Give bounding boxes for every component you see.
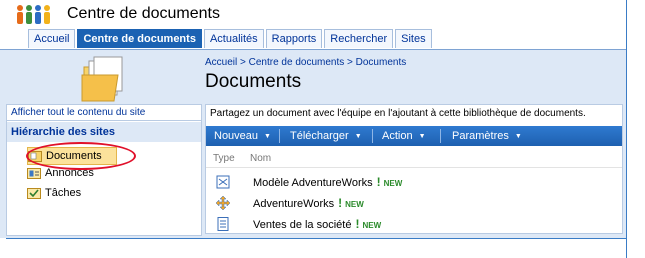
column-header-row: Type Nom — [206, 151, 622, 168]
view-all-site-content-link[interactable]: Afficher tout le contenu du site — [7, 105, 201, 121]
report-icon — [217, 217, 229, 231]
page-title: Documents — [205, 71, 302, 92]
new-menu-button[interactable]: Nouveau ▼ — [214, 126, 271, 146]
sidebar-item-label: Tâches — [45, 187, 82, 199]
row-name-link[interactable]: AdventureWorks! NEW — [253, 193, 364, 215]
toolbar-divider — [440, 129, 441, 143]
action-menu-button[interactable]: Action ▼ — [382, 126, 426, 146]
library-toolbar: Nouveau ▼ Télécharger ▼ Action ▼ Paramètres… — [206, 126, 622, 146]
highlight-circle — [26, 142, 136, 170]
chevron-down-icon: ▼ — [514, 133, 522, 140]
library-description: Partagez un document avec l'équipe en l'… — [210, 108, 586, 119]
settings-menu-label: Paramètres — [452, 130, 509, 142]
toolbar-divider — [279, 129, 280, 143]
new-badge: NEW — [383, 179, 403, 188]
document-library: Partagez un document avec l'équipe en l'… — [205, 104, 623, 234]
people-icon — [17, 5, 50, 24]
new-item-mark: ! — [376, 175, 381, 189]
tasks-icon — [27, 188, 41, 199]
new-menu-label: Nouveau — [214, 130, 259, 142]
sidebar-item-taches[interactable]: Tâches — [27, 185, 117, 201]
new-badge: NEW — [362, 221, 382, 230]
chevron-down-icon: ▼ — [264, 133, 271, 140]
table-row[interactable]: Ventes de la société! NEW — [206, 214, 622, 234]
chevron-down-icon: ▼ — [354, 133, 362, 140]
quick-launch: Afficher tout le contenu du site Hiérarc… — [6, 104, 202, 236]
chevron-down-icon: ▼ — [418, 133, 426, 140]
site-title[interactable]: Centre de documents — [67, 5, 220, 23]
row-name-link[interactable]: Ventes de la société! NEW — [253, 214, 381, 236]
document-library-large-icon — [81, 56, 123, 102]
new-badge: NEW — [345, 200, 364, 209]
row-name-text: Ventes de la société — [253, 219, 352, 231]
site-hierarchy-heading[interactable]: Hiérarchie des sites — [7, 122, 201, 142]
upload-menu-label: Télécharger — [290, 130, 349, 142]
tab-accueil[interactable]: Accueil — [28, 29, 76, 48]
row-name-text: Modèle AdventureWorks — [253, 177, 373, 189]
new-item-mark: ! — [355, 217, 360, 231]
tab-sites[interactable]: Sites — [395, 29, 432, 48]
upload-menu-button[interactable]: Télécharger ▼ — [290, 126, 362, 146]
column-header-type[interactable]: Type — [213, 151, 235, 167]
table-row[interactable]: Modèle AdventureWorks! NEW — [206, 172, 622, 192]
row-name-text: AdventureWorks — [253, 198, 335, 210]
top-nav: Accueil Centre de documents Actualités R… — [0, 29, 626, 50]
annotation-line-horizontal — [6, 238, 626, 239]
column-header-name[interactable]: Nom — [250, 151, 271, 167]
new-item-mark: ! — [338, 196, 343, 210]
data-source-icon — [215, 196, 231, 210]
breadcrumb[interactable]: Accueil > Centre de documents > Document… — [205, 57, 406, 68]
tab-centre-de-documents[interactable]: Centre de documents — [77, 29, 202, 48]
model-icon — [216, 175, 230, 189]
action-menu-label: Action — [382, 130, 413, 142]
annotation-line-vertical — [626, 0, 627, 258]
toolbar-divider — [372, 129, 373, 143]
tab-actualites[interactable]: Actualités — [203, 29, 264, 48]
table-row[interactable]: AdventureWorks! NEW — [206, 193, 622, 213]
tab-rapports[interactable]: Rapports — [265, 29, 323, 48]
tab-rechercher[interactable]: Rechercher — [324, 29, 394, 48]
row-name-link[interactable]: Modèle AdventureWorks! NEW — [253, 172, 402, 194]
site-header: Centre de documents — [0, 0, 626, 28]
settings-menu-button[interactable]: Paramètres ▼ — [452, 126, 522, 146]
announcements-icon — [27, 168, 41, 179]
